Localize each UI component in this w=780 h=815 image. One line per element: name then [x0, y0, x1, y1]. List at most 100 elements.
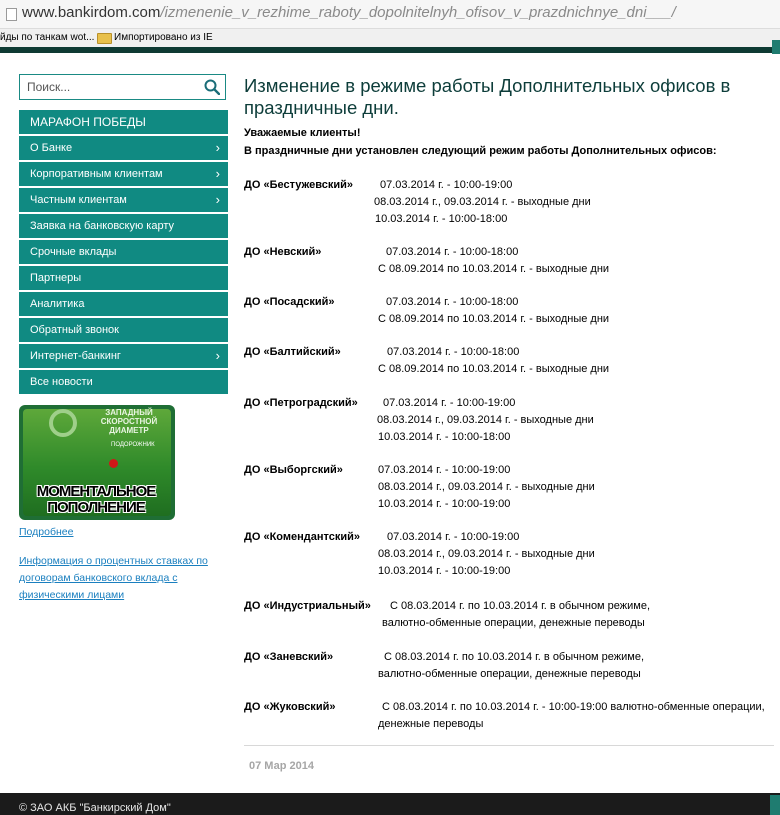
schedule-line: 07.03.2014 г. - 10:00-19:00: [378, 464, 511, 476]
sidebar-item[interactable]: Заявка на банковскую карту: [19, 214, 228, 238]
scrollbar-thumb[interactable]: [772, 40, 780, 54]
sidebar-item[interactable]: Корпоративным клиентам ›: [19, 162, 228, 186]
rates-info-link[interactable]: Информация о процентных ставках по догов…: [19, 553, 224, 604]
chevron-right-icon: ›: [215, 192, 220, 207]
article: Изменение в режиме работы Дополнительных…: [244, 75, 774, 730]
banner-line1: МОМЕНТАЛЬНОЕ: [36, 483, 157, 500]
schedule-line: 07.03.2014 г. - 10:00-19:00: [383, 397, 516, 409]
site-header-strip: [0, 47, 780, 53]
bookmark-imported-ie[interactable]: Импортировано из IE: [114, 32, 213, 43]
schedule-line: С 08.09.2014 по 10.03.2014 г. - выходные…: [378, 263, 610, 275]
divider: [244, 745, 774, 746]
schedule-line: 10.03.2014 г. - 10:00-19:00: [378, 565, 511, 577]
sidebar-item[interactable]: О Банке ›: [19, 136, 228, 160]
schedule-line: 10.03.2014 г. - 10:00-18:00: [375, 213, 508, 225]
page-icon: [6, 8, 17, 21]
office-name: ДО «Жуковский»: [244, 701, 336, 713]
scroll-up-button[interactable]: [770, 795, 780, 815]
sidebar-item[interactable]: Срочные вклады: [19, 240, 228, 264]
schedule-line: 07.03.2014 г. - 10:00-18:00: [386, 296, 519, 308]
office-name: ДО «Выборгский»: [244, 464, 343, 476]
sidebar-item[interactable]: Частным клиентам ›: [19, 188, 228, 212]
bookmark-wot[interactable]: йды по танкам wot...: [0, 32, 94, 43]
ladybug-icon: [109, 459, 118, 468]
office-name: ДО «Заневский»: [244, 651, 334, 663]
sidebar-item[interactable]: Партнеры: [19, 266, 228, 290]
sidebar-item[interactable]: Обратный звонок: [19, 318, 228, 342]
sidebar-item-label: Корпоративным клиентам: [30, 168, 163, 180]
banner-tag: ЗАПАДНЫЙ СКОРОСТНОЙ ДИАМЕТР: [100, 408, 158, 435]
sidebar-item-label: Аналитика: [30, 298, 85, 310]
schedule-line: 07.03.2014 г. - 10:00-18:00: [386, 246, 519, 258]
publish-date: 07 Мар 2014: [249, 760, 314, 772]
sidebar-item-label: Обратный звонок: [30, 324, 119, 336]
schedule-line: С 08.03.2014 г. по 10.03.2014 г. - 10:00…: [382, 701, 765, 713]
schedule-line: 08.03.2014 г., 09.03.2014 г. - выходные …: [377, 414, 594, 426]
schedule-line: С 08.03.2014 г. по 10.03.2014 г. в обычн…: [390, 600, 651, 612]
page-title: Изменение в режиме работы Дополнительных…: [244, 75, 731, 118]
schedule-line: валютно-обменные операции, денежные пере…: [378, 668, 641, 680]
office-name: ДО «Петроградский»: [244, 397, 358, 409]
folder-icon: [97, 33, 112, 44]
banner-small-text: ПОДОРОЖНИК: [111, 442, 155, 448]
schedule-line: валютно-обменные операции, денежные пере…: [382, 617, 645, 629]
office-name: ДО «Посадский»: [244, 296, 335, 308]
copyright: © ЗАО АКБ "Банкирский Дом": [19, 802, 171, 814]
sidebar-item-label: Частным клиентам: [30, 194, 127, 206]
chevron-right-icon: ›: [215, 166, 220, 181]
search-input[interactable]: [20, 75, 207, 99]
sidebar-item[interactable]: Все новости: [19, 370, 228, 394]
office-schedule: ДО «Балтийский» 07.03.2014 г. - 10:00-18:…: [244, 346, 780, 380]
promo-banner[interactable]: ЗАПАДНЫЙ СКОРОСТНОЙ ДИАМЕТР ПОДОРОЖНИК М…: [19, 405, 175, 520]
sidebar-item-label: Заявка на банковскую карту: [30, 220, 175, 232]
office-name: ДО «Бестужевский»: [244, 179, 354, 191]
office-schedule: ДО «Посадский» 07.03.2014 г. - 10:00-18:0…: [244, 296, 780, 330]
sidebar-item[interactable]: Интернет-банкинг ›: [19, 344, 228, 368]
office-schedule: ДО «Заневский» С 08.03.2014 г. по 10.03.2…: [244, 651, 780, 685]
sidebar-item-label: Интернет-банкинг: [30, 350, 121, 362]
sidebar-item-label: МАРАФОН ПОБЕДЫ: [30, 115, 146, 129]
schedule-line: 08.03.2014 г., 09.03.2014 г. - выходные …: [378, 548, 595, 560]
footer: © ЗАО АКБ "Банкирский Дом": [0, 793, 780, 815]
office-name: ДО «Балтийский»: [244, 346, 341, 358]
chevron-right-icon: ›: [215, 348, 220, 363]
address-bar[interactable]: www.bankirdom.com/izmenenie_v_rezhime_ra…: [0, 0, 780, 29]
search-box: [19, 74, 226, 100]
schedule-line: денежные переводы: [378, 718, 484, 730]
sidebar-item[interactable]: Аналитика: [19, 292, 228, 316]
schedule-line: С 08.09.2014 по 10.03.2014 г. - выходные…: [378, 313, 610, 325]
schedule-line: С 08.03.2014 г. по 10.03.2014 г. в обычн…: [384, 651, 645, 663]
sidebar-item-label: Партнеры: [30, 272, 82, 284]
schedule-line: 08.03.2014 г., 09.03.2014 г. - выходные …: [378, 481, 595, 493]
office-schedule: ДО «Индустриальный» С 08.03.2014 г. по 10…: [244, 600, 780, 634]
bookmarks-bar: йды по танкам wot... Импортировано из IE: [0, 29, 780, 47]
office-name: ДО «Индустриальный»: [244, 600, 371, 612]
schedule-line: 07.03.2014 г. - 10:00-18:00: [387, 346, 520, 358]
office-name: ДО «Комендантский»: [244, 531, 361, 543]
office-schedule: ДО «Выборгский» 07.03.2014 г. - 10:00-19:…: [244, 464, 780, 515]
url-path: /izmenenie_v_rezhime_raboty_dopolnitelny…: [160, 4, 676, 21]
office-schedule: ДО «Петроградский» 07.03.2014 г. - 10:00-…: [244, 397, 780, 448]
banner-line2: ПОПОЛНЕНИЕ: [47, 499, 146, 516]
sidebar-item-label: О Банке: [30, 142, 73, 154]
intro-text: В праздничные дни установлен следующий р…: [244, 145, 717, 157]
schedule-line: 10.03.2014 г. - 10:00-19:00: [378, 498, 511, 510]
chevron-right-icon: ›: [215, 140, 220, 155]
schedule-line: 07.03.2014 г. - 10:00-19:00: [380, 179, 513, 191]
url-text[interactable]: www.bankirdom.com/izmenenie_v_rezhime_ra…: [22, 4, 676, 21]
office-schedule: ДО «Жуковский» С 08.03.2014 г. по 10.03.2…: [244, 701, 780, 735]
schedule-line: 07.03.2014 г. - 10:00-19:00: [387, 531, 520, 543]
zsd-logo: [49, 409, 77, 437]
office-schedule: ДО «Бестужевский» 07.03.2014 г. - 10:00-1…: [244, 179, 780, 230]
more-link[interactable]: Подробнее: [19, 524, 224, 541]
office-name: ДО «Невский»: [244, 246, 322, 258]
schedule-line: 08.03.2014 г., 09.03.2014 г. - выходные …: [374, 196, 591, 208]
schedule-line: С 08.09.2014 по 10.03.2014 г. - выходные…: [378, 363, 610, 375]
sidebar-item[interactable]: МАРАФОН ПОБЕДЫ: [19, 110, 228, 134]
sidebar-menu: МАРАФОН ПОБЕДЫ О Банке › Корпоративным клие…: [19, 110, 228, 396]
greeting: Уважаемые клиенты!: [244, 127, 361, 139]
sidebar-item-label: Все новости: [30, 376, 93, 388]
url-host: www.bankirdom.com: [22, 4, 161, 21]
search-icon[interactable]: [204, 79, 220, 95]
office-schedule: ДО «Невский» 07.03.2014 г. - 10:00-18:00 С…: [244, 246, 780, 280]
